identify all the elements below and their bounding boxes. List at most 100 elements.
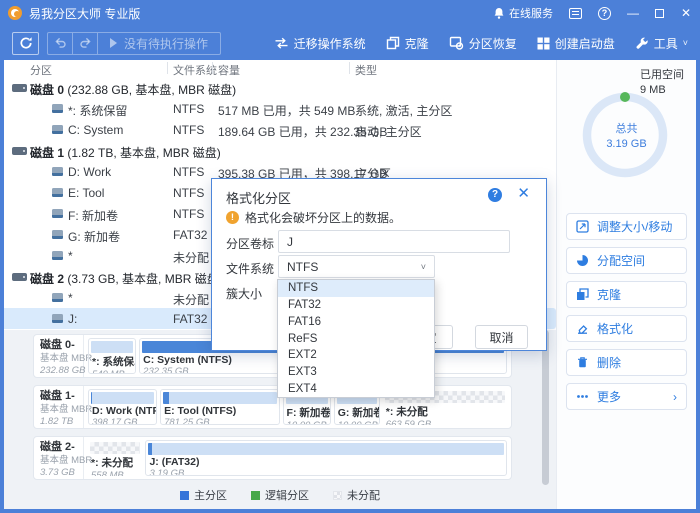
right-sidebar: 已用空间 9 MB 总共 3.19 GB 调整大小/移动 分配空间 克隆 <box>556 60 696 509</box>
partition-icon <box>52 125 63 134</box>
legend-logical: 逻辑分区 <box>251 487 309 503</box>
pending-operations-button[interactable]: 没有待执行操作 <box>98 33 220 54</box>
disk-map-disk2[interactable]: 磁盘 2- 基本盘 MBR 3.73 GB *: 未分配 558 MB J: (… <box>33 436 512 480</box>
dialog-help-icon[interactable]: ? <box>488 188 502 202</box>
trash-icon <box>576 356 589 369</box>
option-ext2[interactable]: EXT2 <box>278 347 434 364</box>
legend-unallocated: 未分配 <box>333 487 380 503</box>
help-icon[interactable]: ? <box>598 7 611 20</box>
table-row-system-reserved[interactable]: *: 系统保留 NTFS 517 MB 已用，共 549 MB 系统, 激活, … <box>4 98 556 119</box>
partition-icon <box>52 314 63 323</box>
table-header: 分区 文件系统 容量 类型 <box>4 60 556 77</box>
refresh-icon <box>19 36 33 50</box>
dialog-close-icon[interactable]: ✕ <box>517 186 530 202</box>
chevron-right-icon: › <box>673 390 677 404</box>
option-fat32[interactable]: FAT32 <box>278 297 434 314</box>
used-space-dot <box>620 92 630 102</box>
create-bootable-disk-button[interactable]: 创建启动盘 <box>537 35 615 52</box>
column-capacity: 容量 <box>218 62 240 78</box>
table-row-disk0[interactable]: 磁盘 0 (232.88 GB, 基本盘, MBR 磁盘) <box>4 77 556 98</box>
undo-button[interactable] <box>48 33 73 54</box>
disk-map-disk1[interactable]: 磁盘 1- 基本盘 MBR 1.82 TB D: Work (NTFS) 398… <box>33 385 512 429</box>
disk-icon <box>12 147 27 155</box>
disk-icon <box>12 273 27 281</box>
map-partition-d-work[interactable]: D: Work (NTFS) 398.17 GB <box>88 389 157 425</box>
donut-center-label: 总共 3.19 GB <box>557 122 696 152</box>
clone-icon <box>386 36 400 50</box>
pie-icon <box>576 254 589 267</box>
migrate-os-button[interactable]: 迁移操作系统 <box>274 35 366 52</box>
more-button[interactable]: 更多 › <box>566 383 687 410</box>
map-unallocated-disk2[interactable]: *: 未分配 558 MB <box>88 440 142 476</box>
redo-button[interactable] <box>73 33 98 54</box>
allocate-space-button[interactable]: 分配空间 <box>566 247 687 274</box>
table-row-disk1[interactable]: 磁盘 1 (1.82 TB, 基本盘, MBR 磁盘) <box>4 140 556 161</box>
eraser-icon <box>576 322 589 335</box>
column-filesystem: 文件系统 <box>173 62 217 78</box>
option-fat16[interactable]: FAT16 <box>278 313 434 330</box>
menu-grid-icon[interactable] <box>569 8 582 19</box>
resize-icon <box>576 220 589 233</box>
partition-recovery-button[interactable]: 分区恢复 <box>449 35 517 52</box>
unallocated-swatch <box>333 491 342 500</box>
resize-move-button[interactable]: 调整大小/移动 <box>566 213 687 240</box>
tools-button[interactable]: 工具 ˅ <box>635 35 688 52</box>
option-ext3[interactable]: EXT3 <box>278 364 434 381</box>
online-service-button[interactable]: 在线服务 <box>493 5 553 21</box>
cluster-size-label: 簇大小 <box>226 285 262 302</box>
primary-swatch <box>180 491 189 500</box>
toolbar: 没有待执行操作 迁移操作系统 克隆 分区恢复 创建启动盘 工具 ˅ <box>0 26 700 60</box>
partition-icon <box>52 251 63 260</box>
map-partition-system-reserved[interactable]: *: 系统保... 549 MB <box>88 338 136 374</box>
play-icon <box>110 38 117 48</box>
titlebar: 易我分区大师 专业版 在线服务 ? — ✕ <box>0 0 700 26</box>
chevron-down-icon: ˅ <box>421 262 426 272</box>
migrate-icon <box>274 37 289 49</box>
maximize-button[interactable] <box>655 9 664 18</box>
redo-icon <box>79 37 92 49</box>
minimize-button[interactable]: — <box>627 7 639 19</box>
option-refs[interactable]: ReFS <box>278 330 434 347</box>
warning-icon: ! <box>226 211 239 224</box>
partition-icon <box>52 104 63 113</box>
option-ntfs[interactable]: NTFS <box>278 280 434 297</box>
cancel-button[interactable]: 取消 <box>475 325 528 349</box>
filesystem-label: 文件系统 <box>226 260 274 277</box>
filesystem-dropdown: NTFS FAT32 FAT16 ReFS EXT2 EXT3 EXT4 <box>277 279 435 398</box>
disk-icon <box>12 84 27 92</box>
map-partition-j[interactable]: J: (FAT32) 3.19 GB <box>145 440 507 476</box>
disk-name: 磁盘 0- <box>40 339 81 353</box>
volume-label-input[interactable] <box>278 230 510 253</box>
app-title: 易我分区大师 专业版 <box>29 5 140 22</box>
delete-button[interactable]: 删除 <box>566 349 687 376</box>
vertical-scrollbar[interactable] <box>542 330 549 485</box>
history-group: 没有待执行操作 <box>47 32 221 55</box>
bell-icon <box>493 7 505 20</box>
filesystem-select[interactable]: NTFS ˅ <box>278 255 435 278</box>
legend: 主分区 逻辑分区 未分配 <box>4 487 556 503</box>
partition-icon <box>52 293 63 302</box>
clone-icon <box>576 288 589 301</box>
table-row-c-system[interactable]: C: System NTFS 189.64 GB 已用，共 232.35 GB … <box>4 119 556 140</box>
boot-disk-icon <box>537 37 550 50</box>
disk-name: 磁盘 2- <box>40 441 81 455</box>
option-ext4[interactable]: EXT4 <box>278 380 434 397</box>
column-partition: 分区 <box>30 62 52 78</box>
clone-partition-button[interactable]: 克隆 <box>566 281 687 308</box>
dialog-warning: ! 格式化会破坏分区上的数据。 <box>226 209 401 226</box>
column-type: 类型 <box>355 62 377 78</box>
partition-icon <box>52 209 63 218</box>
format-button[interactable]: 格式化 <box>566 315 687 342</box>
action-buttons: 调整大小/移动 分配空间 克隆 格式化 删除 更多 › <box>566 213 687 417</box>
ellipsis-icon <box>576 390 589 403</box>
map-partition-e-tool[interactable]: E: Tool (NTFS) 781.25 GB <box>160 389 279 425</box>
logical-swatch <box>251 491 260 500</box>
recovery-icon <box>449 36 464 50</box>
refresh-button[interactable] <box>12 32 39 55</box>
close-button[interactable]: ✕ <box>680 7 692 19</box>
wrench-icon <box>635 36 649 50</box>
chevron-down-icon: ˅ <box>683 38 688 48</box>
partition-icon <box>52 188 63 197</box>
clone-button[interactable]: 克隆 <box>386 35 429 52</box>
volume-label-label: 分区卷标 <box>226 235 274 252</box>
